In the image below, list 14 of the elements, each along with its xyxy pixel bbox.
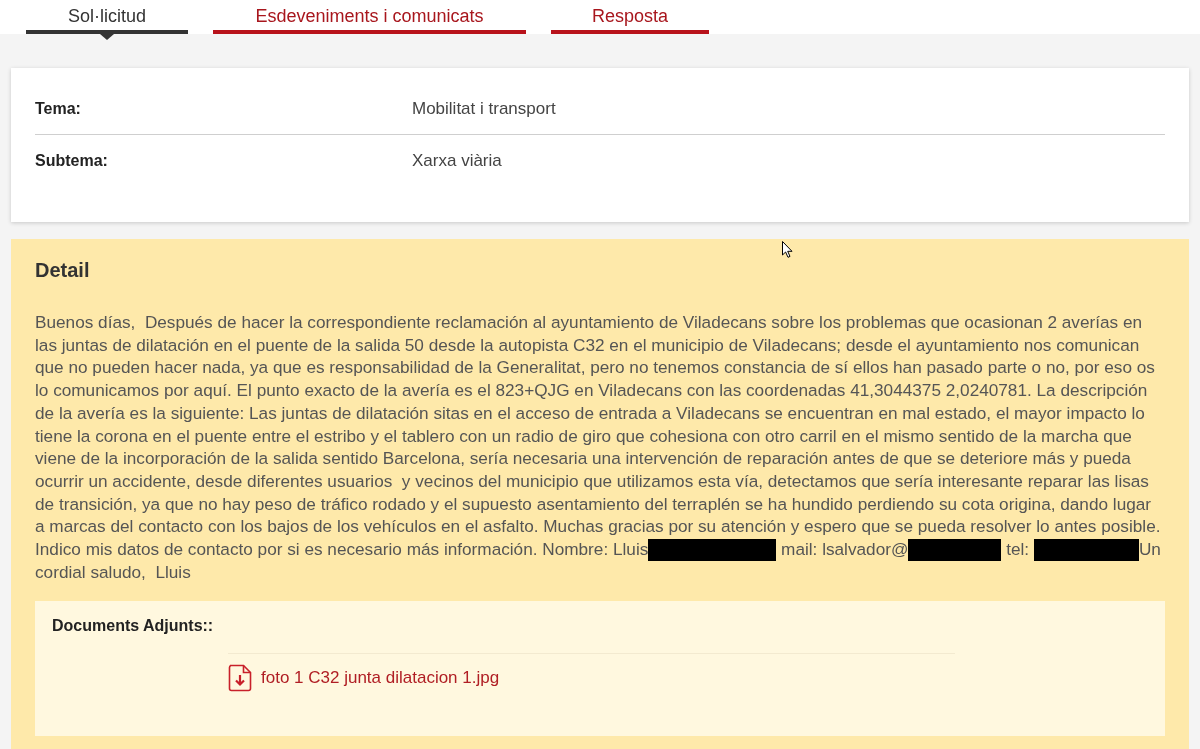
field-value: Xarxa viària — [412, 150, 502, 173]
tab[interactable]: Sol·licitud — [26, 0, 188, 34]
attachments-heading: Documents Adjunts:: — [52, 615, 215, 636]
file-download-icon — [228, 663, 252, 692]
section-title: Detail — [35, 258, 91, 282]
tab[interactable]: Resposta — [551, 0, 709, 34]
field-label: Tema: — [35, 98, 82, 119]
mouse-pointer-icon — [782, 241, 793, 258]
field-label: Subtema: — [35, 151, 109, 171]
tab[interactable]: Esdeveniments i comunicats — [213, 0, 526, 34]
field-value: Mobilitat i transport — [412, 97, 556, 120]
tab-pointer-icon — [100, 34, 114, 40]
request-description: Buenos días, Después de hacer la correspondiente reclamación al ayuntamiento de Viladecans sobre los problemas que ocasionan 2 averías en las juntas de dilatación en el puente de la salida 50 desde la autopista C32 en el municipio de Viladecans; desde el ayuntamiento nos comunican que no pueden hacer nada, ya que es responsabilidad de la Generalitat, pero no tenemos constancia de sí ellos han pasado parte o no, por eso os lo comunicamos por aquí. El punto exacto de la avería es el 823+QJG en Viladecans con las coordenadas 41,3044375 2,0240781. La descripción de la avería es la siguiente: Las juntas de dilatación sitas en el acceso de entrada a Viladecans se encuentran en mal estado, el mayor impacto lo tiene la corona en el puente entre el estribo y el tablero con un radio de giro que cohesiona con otro carril en el mismo sentido de la marcha que viene de la incorporación de la salida sentido Barcelona, sería necesaria una intervención de reparación antes de que se deteriore más y pueda ocurrir un accidente, desde diferentes usuarios y vecinos del municipio que utilizamos esta vía, detectamos que sería interesante reparar las lisas de transición, ya que no hay peso de tráfico rodado y el supuesto asentamiento del terraplén se ha hundido perdiendo su cota origina, dando lugar a marcas del contacto con los bajos de los vehículos en el asfalto. Muchas gracias por su atención y espero que se pueda resolver lo antes posible. Indico mis datos de contacto por si es necesario más información. Nombre: Lluis mail: lsalvador@ tel: Un cordial saludo, Lluis — [35, 311, 1162, 584]
attachment-link[interactable]: foto 1 C32 junta dilatacion 1.jpg — [228, 663, 500, 692]
